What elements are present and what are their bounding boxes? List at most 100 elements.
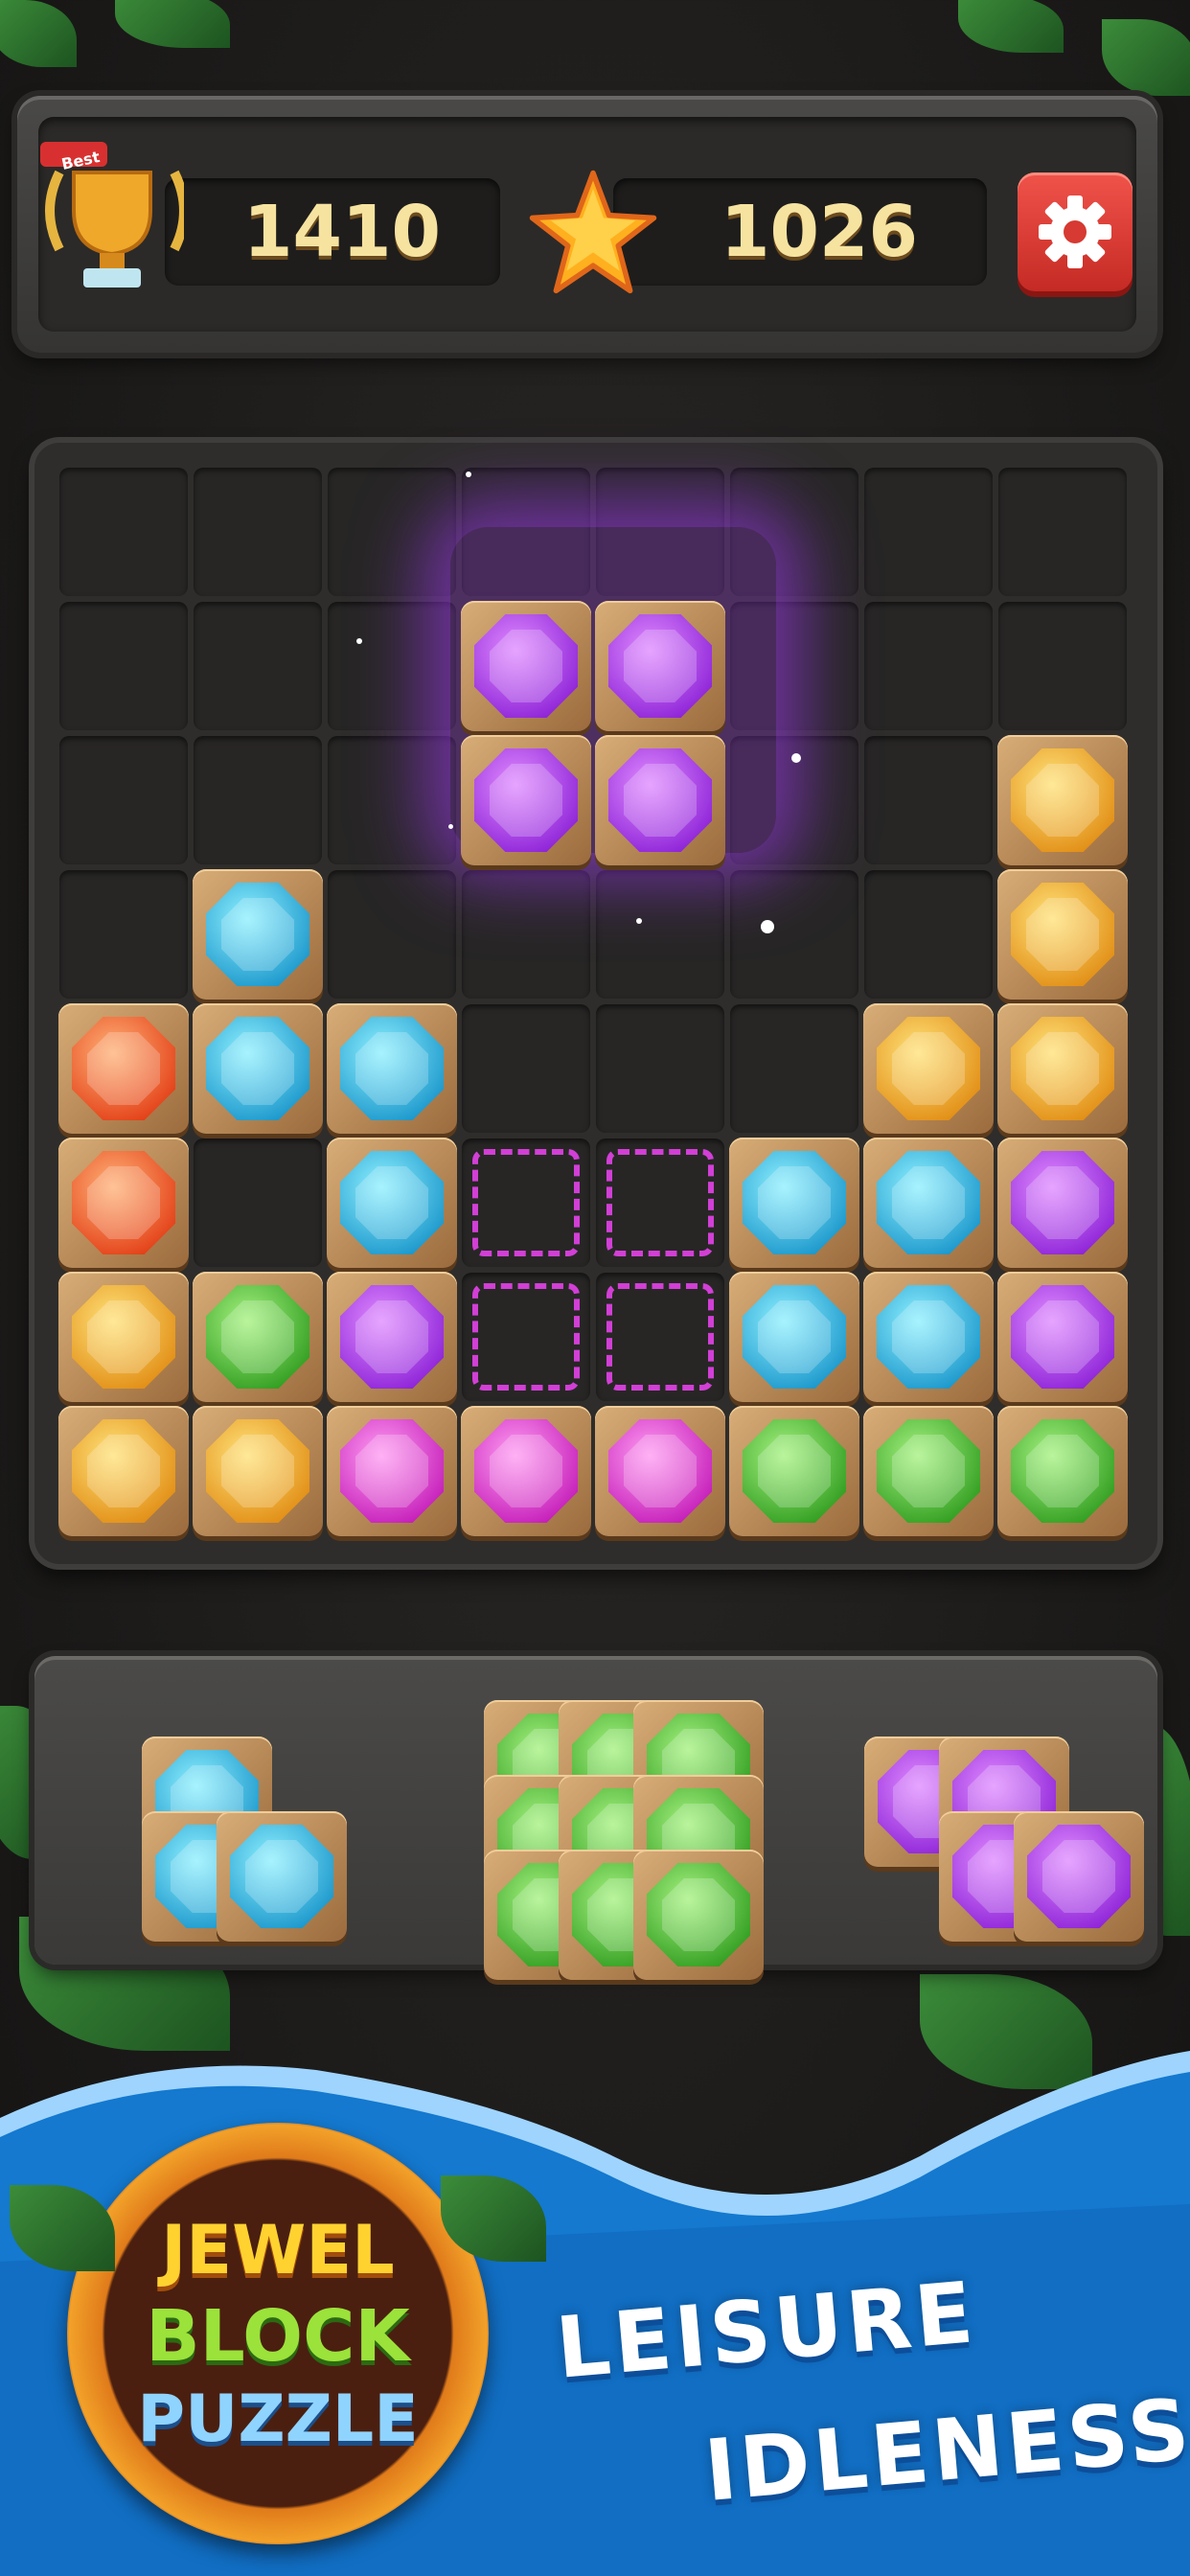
logo-word-puzzle: PUZZLE: [137, 2381, 419, 2457]
jewel-block-cyan: [863, 1138, 994, 1268]
yellow-gem-icon: [1011, 748, 1114, 852]
cyan-gem-icon: [230, 1825, 333, 1928]
jewel-block-purple: [997, 1272, 1128, 1402]
cyan-gem-icon: [743, 1151, 846, 1254]
board-cell[interactable]: [194, 468, 322, 596]
green-gem-icon: [1011, 1419, 1114, 1523]
board-cell[interactable]: [730, 1004, 858, 1133]
jewel-block-orange: [58, 1138, 189, 1268]
sparkle: [791, 753, 801, 763]
board-cell[interactable]: [998, 468, 1127, 596]
jungle-leaf: [958, 0, 1064, 53]
purple-gem-icon: [340, 1285, 444, 1389]
jewel-block-yellow: [58, 1406, 189, 1536]
board-cell[interactable]: [730, 870, 858, 999]
jewel-block-green: [193, 1272, 323, 1402]
board-cell[interactable]: [194, 1138, 322, 1267]
jewel-block-green: [633, 1850, 764, 1980]
best-score-value: 1410: [243, 191, 441, 273]
sparkle: [448, 824, 453, 829]
green-gem-icon: [206, 1285, 309, 1389]
jewel-block-green: [997, 1406, 1128, 1536]
board-cell[interactable]: [59, 468, 188, 596]
jewel-block-yellow: [997, 1003, 1128, 1134]
drop-target-slot[interactable]: [472, 1149, 580, 1256]
jewel-block-cyan: [327, 1138, 457, 1268]
yellow-gem-icon: [877, 1017, 980, 1120]
jewel-block-cyan: [729, 1138, 859, 1268]
cyan-gem-icon: [206, 1017, 309, 1120]
cyan-gem-icon: [877, 1151, 980, 1254]
jewel-block-purple: [997, 1138, 1128, 1268]
green-gem-icon: [743, 1419, 846, 1523]
board-cell[interactable]: [328, 602, 456, 730]
cyan-gem-icon: [206, 883, 309, 986]
star-icon: [527, 168, 659, 300]
yellow-gem-icon: [206, 1419, 309, 1523]
drop-target-slot[interactable]: [606, 1149, 714, 1256]
jewel-block-yellow: [997, 735, 1128, 865]
jewel-block-yellow: [997, 869, 1128, 1000]
jewel-block-purple: [327, 1272, 457, 1402]
board-cell[interactable]: [596, 1004, 724, 1133]
board-cell[interactable]: [59, 602, 188, 730]
yellow-gem-icon: [72, 1419, 175, 1523]
board-cell[interactable]: [194, 602, 322, 730]
jewel-block-purple: [595, 735, 725, 865]
jungle-leaf: [115, 0, 230, 48]
sparkle: [466, 472, 471, 477]
board-cell[interactable]: [59, 736, 188, 864]
board-cell[interactable]: [864, 468, 993, 596]
sparkle: [636, 918, 642, 924]
purple-gem-icon: [608, 614, 712, 718]
board-cell[interactable]: [194, 736, 322, 864]
trophy-icon: [31, 134, 189, 297]
jewel-block-pink: [327, 1406, 457, 1536]
jewel-block-purple: [461, 735, 591, 865]
board-cell[interactable]: [328, 468, 456, 596]
jewel-block-orange: [58, 1003, 189, 1134]
pink-gem-icon: [340, 1419, 444, 1523]
logo-word-jewel: JEWEL: [161, 2211, 395, 2289]
jewel-block-pink: [461, 1406, 591, 1536]
board-cell[interactable]: [328, 736, 456, 864]
board-cell[interactable]: [998, 602, 1127, 730]
cyan-gem-icon: [340, 1151, 444, 1254]
jungle-leaf: [1102, 19, 1190, 96]
board-cell[interactable]: [328, 870, 456, 999]
gear-icon: [1039, 196, 1111, 268]
jewel-block-yellow: [193, 1406, 323, 1536]
jewel-block-cyan: [193, 869, 323, 1000]
jewel-block-purple: [461, 601, 591, 731]
board-cell[interactable]: [462, 1004, 590, 1133]
jewel-block-pink: [595, 1406, 725, 1536]
purple-gem-icon: [608, 748, 712, 852]
yellow-gem-icon: [1011, 883, 1114, 986]
green-gem-icon: [647, 1863, 750, 1966]
purple-gem-icon: [1011, 1151, 1114, 1254]
jewel-block-cyan: [327, 1003, 457, 1134]
board-cell[interactable]: [864, 602, 993, 730]
orange-gem-icon: [72, 1017, 175, 1120]
board-cell[interactable]: [864, 736, 993, 864]
drop-target-slot[interactable]: [606, 1283, 714, 1391]
green-gem-icon: [877, 1419, 980, 1523]
drop-target-slot[interactable]: [472, 1283, 580, 1391]
pink-gem-icon: [474, 1419, 578, 1523]
logo-word-block: BLOCK: [146, 2295, 410, 2378]
purple-gem-icon: [474, 614, 578, 718]
yellow-gem-icon: [1011, 1017, 1114, 1120]
board-cell[interactable]: [59, 870, 188, 999]
jewel-block-green: [863, 1406, 994, 1536]
board-cell[interactable]: [596, 870, 724, 999]
jewel-block-yellow: [863, 1003, 994, 1134]
purple-gem-icon: [474, 748, 578, 852]
jewel-block-cyan: [217, 1811, 347, 1942]
cyan-gem-icon: [743, 1285, 846, 1389]
cyan-gem-icon: [877, 1285, 980, 1389]
jewel-block-cyan: [193, 1003, 323, 1134]
board-cell[interactable]: [462, 870, 590, 999]
jewel-block-yellow: [58, 1272, 189, 1402]
settings-button[interactable]: [1018, 172, 1133, 291]
board-cell[interactable]: [864, 870, 993, 999]
